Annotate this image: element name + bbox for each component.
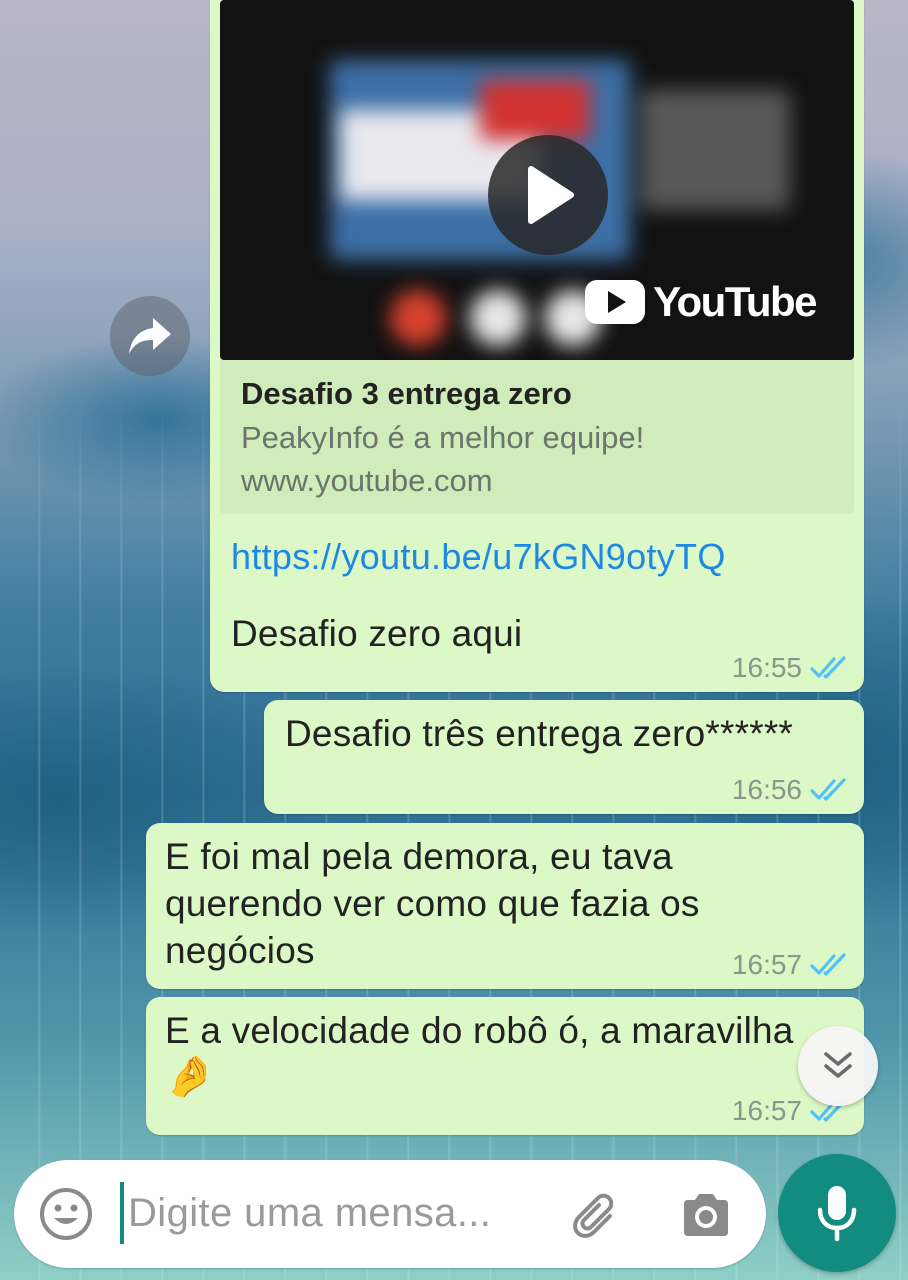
message-time: 16:57 — [731, 1095, 802, 1126]
message-text: Desafio três entrega zero****** — [285, 713, 794, 754]
message-link[interactable]: https://youtu.be/u7kGN9otyTQ — [231, 536, 726, 578]
link-preview-description: PeakyInfo é a melhor equipe! — [241, 420, 645, 455]
double-chevron-down-icon — [824, 1052, 852, 1078]
message-time: 16:56 — [731, 774, 802, 805]
message-composer: Digite uma mensa... — [14, 1160, 766, 1268]
forward-icon — [129, 318, 171, 354]
youtube-play-icon — [585, 280, 646, 324]
youtube-wordmark: YouTube — [653, 278, 817, 325]
link-preview-title: Desafio 3 entrega zero — [241, 376, 572, 411]
double-check-icon — [810, 778, 846, 801]
voice-record-button[interactable] — [778, 1154, 896, 1272]
microphone-icon — [817, 1186, 857, 1242]
play-icon — [528, 166, 574, 224]
message-time: 16:55 — [731, 652, 802, 683]
message-time: 16:57 — [731, 949, 802, 980]
message-meta: 16:57 — [732, 949, 850, 981]
scroll-to-bottom-button[interactable] — [798, 1026, 878, 1106]
message-text: E a velocidade do robô ó, a maravilha 🤌 — [165, 1007, 794, 1101]
forward-button[interactable] — [110, 296, 190, 376]
pinched-fingers-emoji: 🤌 — [165, 1055, 216, 1099]
message-bubble-video-link[interactable]: YouTube Desafio 3 entrega zero PeakyInfo… — [210, 0, 864, 692]
video-thumbnail[interactable]: YouTube — [220, 0, 854, 360]
message-line: querendo ver como que fazia os — [165, 883, 700, 924]
double-check-icon — [810, 656, 846, 679]
play-button[interactable] — [488, 135, 608, 255]
message-line: negócios — [165, 930, 315, 971]
smiley-icon[interactable] — [38, 1186, 94, 1242]
message-meta: 16:56 — [732, 774, 850, 806]
message-line: E a velocidade do robô ó, a maravilha — [165, 1010, 794, 1051]
camera-icon[interactable] — [678, 1188, 734, 1244]
youtube-logo: YouTube — [585, 278, 817, 326]
message-meta: 16:55 — [732, 652, 850, 684]
message-text: E foi mal pela demora, eu tava querendo … — [165, 833, 700, 974]
message-bubble[interactable]: E foi mal pela demora, eu tava querendo … — [146, 823, 864, 989]
link-preview-domain: www.youtube.com — [241, 463, 493, 498]
message-line: E foi mal pela demora, eu tava — [165, 836, 673, 877]
paperclip-icon[interactable] — [566, 1188, 622, 1244]
message-bubble[interactable]: Desafio três entrega zero****** 16:56 — [264, 700, 864, 814]
message-bubble[interactable]: E a velocidade do robô ó, a maravilha 🤌 … — [146, 997, 864, 1135]
message-input[interactable]: Digite uma mensa... — [128, 1191, 491, 1236]
double-check-icon — [810, 953, 846, 976]
text-caret — [120, 1182, 124, 1244]
message-text: Desafio zero aqui — [231, 613, 523, 654]
link-preview-card[interactable]: Desafio 3 entrega zero PeakyInfo é a mel… — [220, 360, 854, 514]
